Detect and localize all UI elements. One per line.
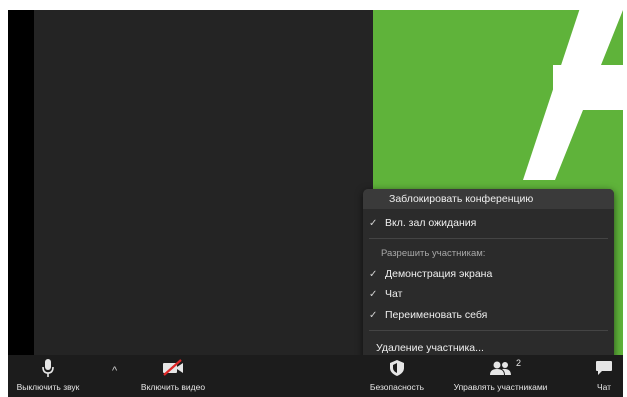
- check-icon: ✓: [369, 309, 378, 321]
- chat-item[interactable]: ✓ Чат: [363, 284, 614, 304]
- chat-bubble-icon: [596, 361, 612, 375]
- rename-self-label: Переименовать себя: [385, 309, 488, 321]
- chat-label: Чат: [596, 382, 612, 392]
- manage-participants-button[interactable]: Управлять участниками: [438, 355, 563, 397]
- check-icon: ✓: [369, 217, 378, 229]
- waiting-room-label: Вкл. зал ожидания: [385, 217, 477, 229]
- lock-meeting-item[interactable]: Заблокировать конференцию: [363, 189, 614, 209]
- participants-icon: [489, 361, 511, 375]
- start-video-button[interactable]: Включить видео: [128, 355, 218, 397]
- security-menu: Заблокировать конференцию ✓ Вкл. зал ожи…: [363, 189, 614, 362]
- allow-participants-heading: Разрешить участникам:: [381, 248, 486, 259]
- share-screen-label: Демонстрация экрана: [385, 268, 493, 280]
- video-off-icon: [163, 359, 183, 376]
- manage-participants-label: Управлять участниками: [453, 382, 548, 392]
- left-strip: [8, 10, 34, 355]
- chat-button[interactable]: Чат: [588, 355, 620, 397]
- waiting-room-item[interactable]: ✓ Вкл. зал ожидания: [363, 213, 614, 233]
- mute-button[interactable]: Выключить звук: [8, 355, 88, 397]
- participants-count-badge: 2: [516, 358, 522, 368]
- start-video-label: Включить видео: [140, 382, 206, 392]
- menu-divider: [369, 330, 608, 331]
- lock-meeting-label: Заблокировать конференцию: [389, 193, 534, 205]
- shield-icon: [390, 360, 404, 376]
- video-area: [34, 10, 373, 355]
- check-icon: ✓: [369, 268, 378, 280]
- security-label: Безопасность: [369, 382, 425, 392]
- menu-divider: [369, 238, 608, 239]
- chat-label: Чат: [385, 288, 403, 300]
- mute-label: Выключить звук: [16, 382, 80, 392]
- security-button[interactable]: Безопасность: [363, 355, 431, 397]
- meeting-toolbar: Выключить звук ^ Включить видео Безопасн…: [8, 355, 623, 397]
- meeting-window: Заблокировать конференцию ✓ Вкл. зал ожи…: [8, 10, 623, 397]
- audio-options-caret-icon[interactable]: ^: [112, 365, 117, 377]
- remove-participant-label: Удаление участника...: [376, 342, 484, 354]
- microphone-icon: [42, 359, 54, 377]
- rename-self-item[interactable]: ✓ Переименовать себя: [363, 305, 614, 325]
- share-screen-item[interactable]: ✓ Демонстрация экрана: [363, 264, 614, 284]
- check-icon: ✓: [369, 288, 378, 300]
